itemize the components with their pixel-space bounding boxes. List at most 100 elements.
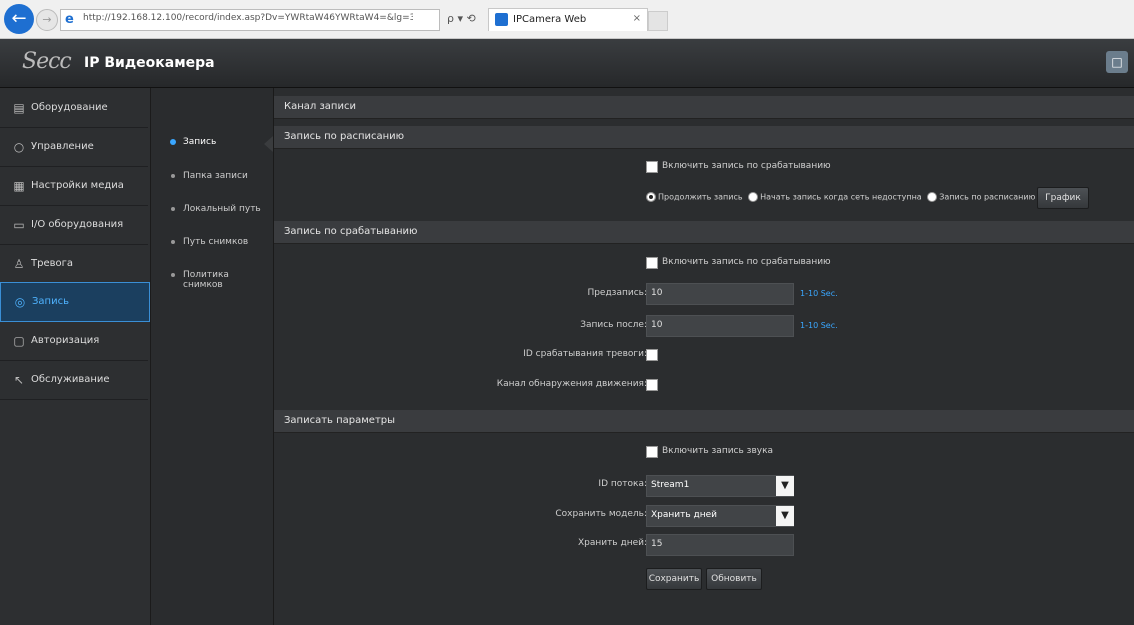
motion-row: Канал обнаружения движения: [274, 375, 1134, 397]
radio-label: Начать запись когда сеть недоступна [760, 192, 922, 202]
radio-label: Продолжить запись [658, 192, 743, 202]
address-bar[interactable]: e http://192.168.12.100/record/index.asp… [60, 9, 440, 31]
back-arrow-icon[interactable]: ← [4, 4, 34, 34]
sub-navigation: Запись Папка записи Локальный путь Путь … [151, 88, 274, 625]
prerecord-label: Предзапись: [587, 288, 647, 298]
app-header: Secc IP Видеокамера □ [0, 39, 1134, 88]
bullet-icon [170, 139, 176, 145]
motion-checkbox[interactable] [646, 379, 658, 391]
app-title: IP Видеокамера [84, 55, 215, 71]
sidebar-item-maintenance[interactable]: ↖ Обслуживание [0, 361, 148, 400]
params-section-header: Записать параметры [274, 410, 1134, 433]
save-mode-value: Хранить дней [651, 510, 718, 520]
alarm-id-row: ID срабатывания тревоги: [274, 345, 1134, 367]
sidebar-item-media[interactable]: ▦ Настройки медиа [0, 167, 148, 206]
address-bar-url[interactable]: http://192.168.12.100/record/index.asp?D… [83, 13, 413, 23]
postrecord-label: Запись после: [580, 320, 647, 330]
refresh-button[interactable]: Обновить [706, 568, 762, 590]
alarm-icon: ♙ [13, 257, 25, 271]
sidebar-item-label: Оборудование [31, 102, 108, 113]
save-mode-select[interactable]: Хранить дней ▼ [646, 505, 794, 527]
sidebar-item-label: Авторизация [31, 335, 100, 346]
checkbox-label: Включить запись звука [662, 446, 774, 456]
main-panel: Канал записи Запись по расписанию Включи… [274, 88, 1134, 625]
radio-network-down[interactable] [748, 192, 759, 202]
subnav-item-label: Запись [183, 137, 217, 147]
checkbox-label: Включить запись по срабатыванию [662, 161, 831, 171]
schedule-button[interactable]: График [1037, 187, 1089, 209]
save-button[interactable]: Сохранить [646, 568, 702, 590]
save-mode-label: Сохранить модель: [555, 509, 647, 519]
stream-value: Stream1 [651, 480, 690, 490]
tab-title: IPCamera Web [513, 14, 587, 25]
equipment-icon: ▤ [13, 101, 25, 115]
prerecord-value: 10 [651, 288, 663, 298]
bullet-icon [171, 174, 175, 178]
media-icon: ▦ [13, 179, 25, 193]
sidebar-item-label: Обслуживание [31, 374, 110, 385]
record-mode-radio-group: Продолжить запись Начать запись когда се… [646, 192, 1035, 202]
record-icon: ◎ [14, 295, 26, 309]
sidebar-item-equipment[interactable]: ▤ Оборудование [0, 89, 148, 128]
subnav-item-local-path[interactable]: Локальный путь [151, 198, 271, 224]
stream-select[interactable]: Stream1 ▼ [646, 475, 794, 497]
page-title-bar: Канал записи [274, 96, 1134, 119]
control-icon: ○ [13, 140, 25, 154]
chevron-down-icon[interactable]: ▼ [776, 506, 794, 526]
sidebar-item-label: Тревога [31, 258, 74, 269]
page-title: Канал записи [284, 101, 356, 112]
days-input[interactable]: 15 [646, 534, 794, 556]
section-title: Записать параметры [284, 415, 396, 426]
sidebar-item-io[interactable]: ▭ I/O оборудования [0, 206, 148, 245]
motion-label: Канал обнаружения движения: [496, 379, 647, 389]
radio-scheduled[interactable] [927, 192, 938, 202]
subnav-item-snapshot-path[interactable]: Путь снимков [151, 231, 271, 257]
radio-label: Запись по расписанию [939, 192, 1036, 202]
days-label: Хранить дней: [577, 538, 647, 548]
ie-logo-icon: e [65, 12, 74, 27]
section-title: Запись по срабатыванию [284, 226, 418, 237]
section-title: Запись по расписанию [284, 131, 405, 142]
brand-logo: Secc [22, 49, 72, 74]
sidebar-item-auth[interactable]: ▢ Авторизация [0, 322, 148, 361]
chevron-down-icon[interactable]: ▼ [776, 476, 794, 496]
sidebar-item-record[interactable]: ◎ Запись [0, 282, 150, 322]
radio-continue[interactable] [646, 192, 656, 202]
postrecord-value: 10 [651, 320, 663, 330]
browser-toolbar: ← → e http://192.168.12.100/record/index… [0, 0, 1134, 39]
prerecord-hint: 1-10 Sec. [800, 289, 838, 298]
subnav-item-snapshot-policy[interactable]: Политика снимков [151, 264, 271, 290]
monitor-icon[interactable]: □ [1106, 51, 1128, 73]
ie-tab-icon [495, 13, 508, 26]
stream-label: ID потока: [598, 479, 647, 489]
subnav-item-label: Путь снимков [183, 237, 249, 247]
forward-arrow-icon[interactable]: → [36, 9, 58, 31]
trigger-section-header: Запись по срабатыванию [274, 221, 1134, 244]
postrecord-input[interactable]: 10 [646, 315, 794, 337]
schedule-section-header: Запись по расписанию [274, 126, 1134, 149]
new-tab-button[interactable] [648, 11, 668, 31]
sidebar-item-alarm[interactable]: ♙ Тревога [0, 245, 148, 284]
alarm-id-checkbox[interactable] [646, 349, 658, 361]
wrench-icon: ↖ [13, 373, 25, 387]
search-refresh-icons[interactable]: ρ ▾ ⟲ [447, 12, 476, 25]
sidebar-item-label: Запись [32, 296, 69, 307]
audio-checkbox[interactable] [646, 446, 658, 458]
alarm-id-label: ID срабатывания тревоги: [523, 349, 647, 359]
subnav-item-record[interactable]: Запись [151, 131, 271, 157]
bullet-icon [171, 207, 175, 211]
monitor-icon: ▢ [13, 334, 25, 348]
prerecord-input[interactable]: 10 [646, 283, 794, 305]
subnav-item-label: Локальный путь [183, 204, 261, 214]
subnav-item-record-folder[interactable]: Папка записи [151, 165, 271, 191]
browser-tab[interactable]: IPCamera Web × [488, 8, 648, 31]
sidebar-item-control[interactable]: ○ Управление [0, 128, 148, 167]
schedule-enable-checkbox[interactable] [646, 161, 658, 173]
trigger-enable-checkbox[interactable] [646, 257, 658, 269]
subnav-item-label: Папка записи [183, 171, 248, 181]
sidebar: ▤ Оборудование ○ Управление ▦ Настройки … [0, 88, 151, 625]
checkbox-label: Включить запись по срабатыванию [662, 257, 831, 267]
days-value: 15 [651, 539, 663, 549]
close-icon[interactable]: × [633, 13, 641, 24]
bullet-icon [171, 240, 175, 244]
